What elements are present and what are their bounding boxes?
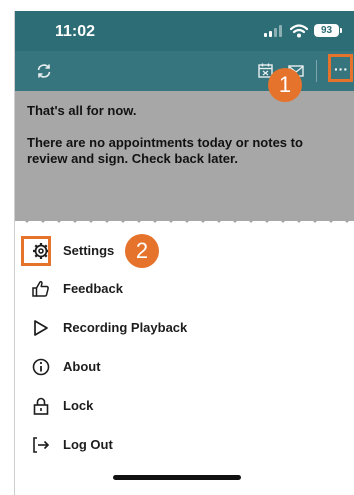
menu-item-recording-playback[interactable]: Recording Playback [15, 310, 354, 346]
screenshot-frame: 11:02 93 ··· That's all for now. There a… [0, 0, 354, 495]
battery-icon: 93 [314, 24, 339, 37]
wifi-icon [290, 24, 308, 38]
torn-edge-divider [15, 211, 354, 223]
refresh-icon[interactable] [35, 62, 53, 80]
menu-label-about: About [63, 359, 101, 374]
menu-label-feedback: Feedback [63, 281, 123, 296]
menu-label-log-out: Log Out [63, 437, 113, 452]
logout-icon [33, 437, 50, 453]
menu-item-about[interactable]: About [15, 349, 354, 385]
menu-item-settings[interactable]: Settings 2 [15, 233, 354, 269]
more-icon: ··· [334, 61, 348, 77]
menu-label-settings: Settings [63, 243, 115, 258]
phone-screen: 11:02 93 ··· That's all for now. There a… [14, 11, 354, 495]
menu-label-recording-playback: Recording Playback [63, 320, 188, 335]
app-toolbar: ··· [15, 51, 354, 91]
step-1-badge: 1 [268, 68, 302, 102]
play-icon [34, 320, 48, 336]
info-icon [32, 358, 50, 376]
menu-label-lock: Lock [63, 398, 94, 413]
lock-icon [33, 397, 49, 415]
empty-state-message: There are no appointments today or notes… [27, 135, 303, 166]
status-time: 11:02 [55, 23, 96, 40]
settings-highlight-box [21, 236, 51, 266]
step-2-badge: 2 [125, 234, 159, 268]
toolbar-divider [316, 60, 317, 82]
more-button[interactable]: ··· [328, 54, 353, 82]
menu-item-feedback[interactable]: Feedback [15, 271, 354, 307]
signal-icon [264, 25, 284, 37]
thumbs-up-icon [32, 280, 49, 297]
menu-item-lock[interactable]: Lock [15, 388, 354, 424]
home-indicator [113, 475, 241, 480]
main-content-overlay: That's all for now. There are no appoint… [15, 91, 354, 221]
status-bar: 11:02 93 [15, 11, 354, 51]
menu-item-log-out[interactable]: Log Out [15, 427, 354, 463]
battery-nub [340, 28, 342, 33]
empty-state-title: That's all for now. [27, 103, 137, 118]
